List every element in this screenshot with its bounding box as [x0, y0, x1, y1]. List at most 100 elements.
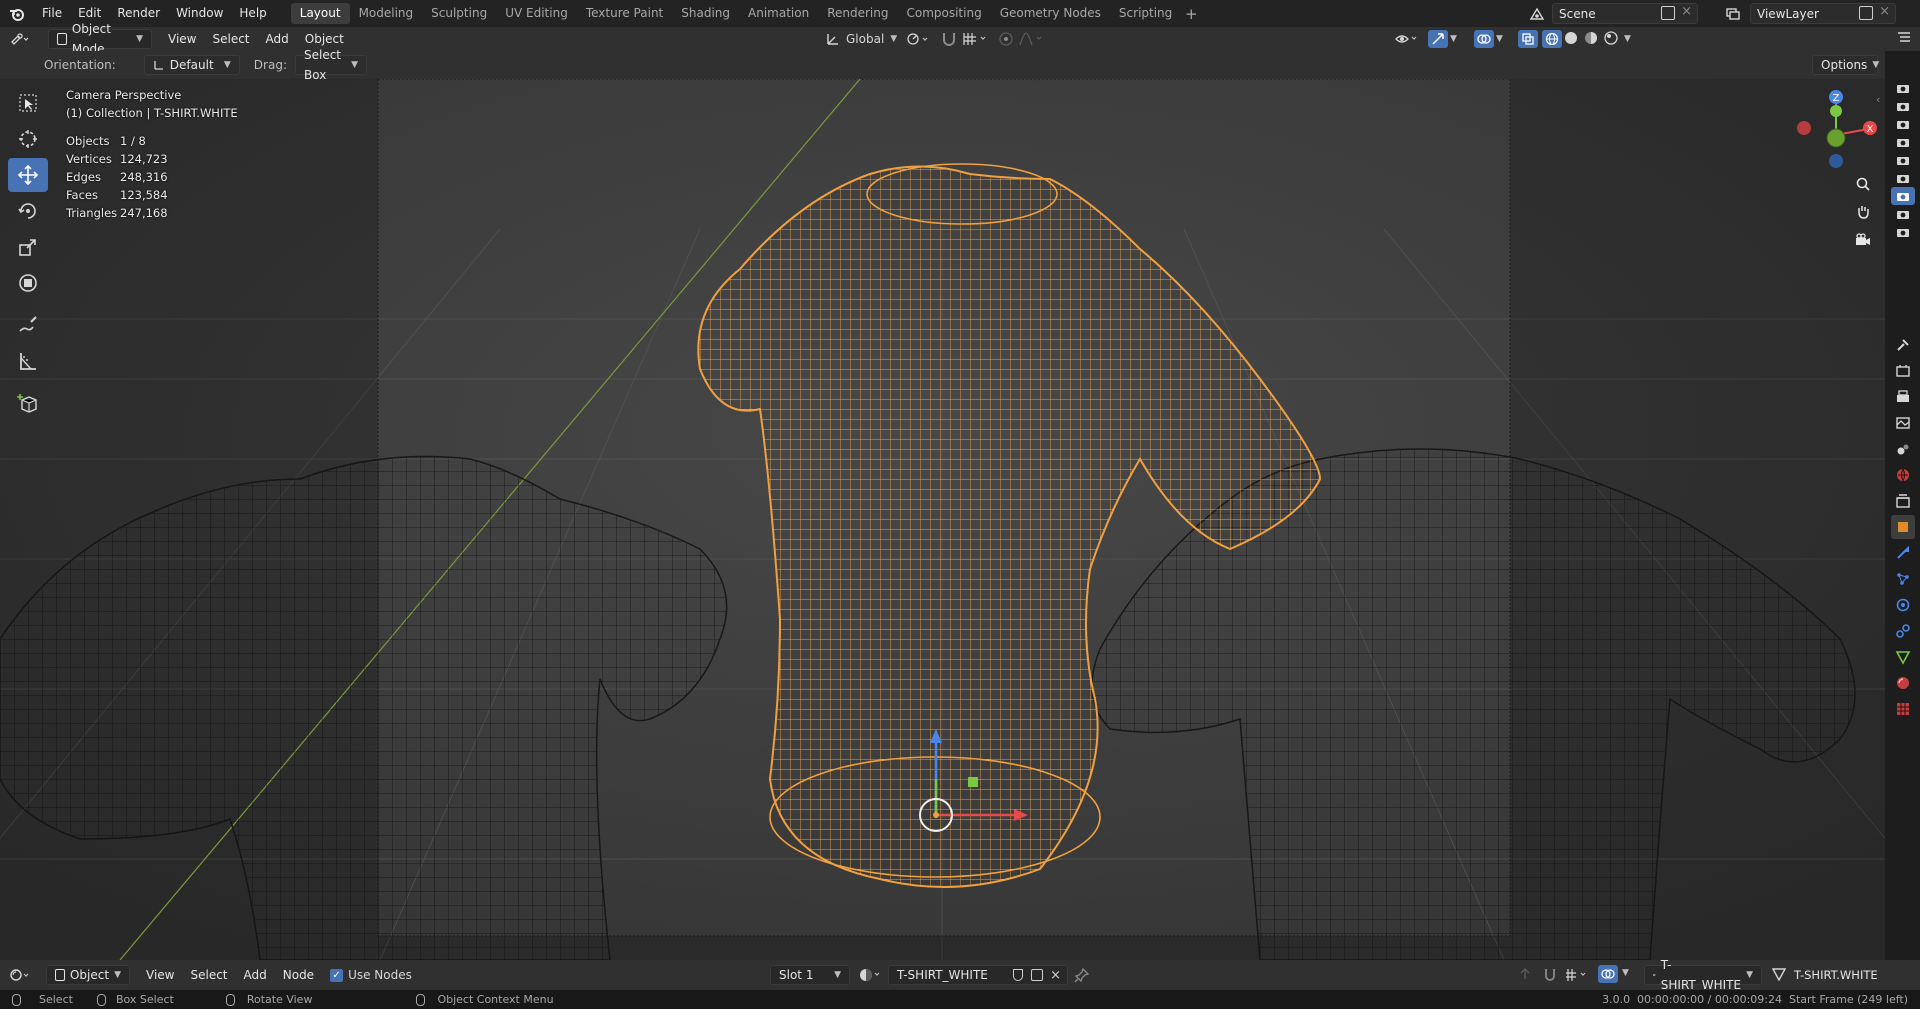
overlays-toggle-icon[interactable] — [1474, 30, 1494, 48]
options-dropdown[interactable]: Options ▼ — [1812, 55, 1879, 75]
material-preview-icon[interactable] — [1584, 31, 1600, 47]
data-properties-icon[interactable] — [1891, 645, 1915, 669]
material-properties-icon[interactable] — [1891, 671, 1915, 695]
object-properties-icon[interactable] — [1890, 515, 1915, 539]
world-properties-icon[interactable] — [1891, 463, 1915, 487]
particles-properties-icon[interactable] — [1891, 567, 1915, 591]
xray-toggle-icon[interactable] — [1518, 30, 1538, 48]
snap-node-icon[interactable] — [1542, 967, 1558, 983]
tab-texture-paint[interactable]: Texture Paint — [577, 3, 672, 24]
delete-scene-icon[interactable]: × — [1681, 4, 1692, 19]
duplicate-material-icon[interactable] — [1031, 969, 1043, 981]
physics-properties-icon[interactable] — [1891, 593, 1915, 617]
menu-add[interactable]: Add — [236, 963, 275, 987]
copy-view-layer-icon[interactable] — [1859, 6, 1873, 20]
menu-window[interactable]: Window — [168, 0, 231, 27]
annotate-tool[interactable] — [8, 308, 48, 342]
tab-layout[interactable]: Layout — [290, 3, 350, 24]
render-camera-icon[interactable] — [1891, 97, 1915, 115]
menu-select[interactable]: Select — [204, 27, 257, 51]
render-camera-icon[interactable] — [1891, 151, 1915, 169]
shader-editor-type-icon[interactable] — [0, 963, 40, 987]
tool-properties-icon[interactable] — [1891, 333, 1915, 357]
proportional-editing-icon[interactable] — [998, 31, 1016, 47]
pan-hand-icon[interactable] — [1850, 199, 1876, 225]
tab-modeling[interactable]: Modeling — [350, 3, 423, 24]
rotate-tool[interactable] — [8, 194, 48, 228]
cursor-tool[interactable] — [8, 122, 48, 156]
select-box-tool[interactable] — [8, 86, 48, 120]
measure-tool[interactable] — [8, 344, 48, 378]
pin-icon[interactable] — [1074, 967, 1090, 983]
render-camera-icon[interactable] — [1891, 115, 1915, 133]
tab-geometry-nodes[interactable]: Geometry Nodes — [991, 3, 1110, 24]
add-cube-tool[interactable] — [8, 386, 48, 420]
solid-shading-icon[interactable] — [1564, 31, 1580, 47]
tab-scripting[interactable]: Scripting — [1110, 3, 1181, 24]
texture-properties-icon[interactable] — [1891, 697, 1915, 721]
scale-tool[interactable] — [8, 230, 48, 264]
tab-shading[interactable]: Shading — [672, 3, 739, 24]
tab-rendering[interactable]: Rendering — [818, 3, 897, 24]
material-browse-icon[interactable] — [858, 966, 886, 984]
use-nodes-checkbox[interactable]: ✓ Use Nodes — [330, 968, 412, 982]
slot-dropdown[interactable]: Slot 1 ▼ — [770, 965, 850, 985]
3d-viewport[interactable]: Z X ‹ — [0, 79, 1885, 960]
scene-field[interactable]: Scene × — [1552, 3, 1698, 24]
node-overlays-dropdown-icon[interactable]: ▼ — [1622, 968, 1634, 984]
modifier-properties-icon[interactable] — [1891, 541, 1915, 565]
tab-sculpting[interactable]: Sculpting — [422, 3, 496, 24]
shader-type-dropdown[interactable]: Object ▼ — [46, 965, 130, 985]
transform-tool[interactable] — [8, 266, 48, 300]
menu-node[interactable]: Node — [275, 963, 322, 987]
editor-type-icon[interactable] — [0, 27, 40, 51]
fake-user-shield-icon[interactable] — [1013, 969, 1023, 981]
gizmo-neg-x-ball[interactable] — [1797, 121, 1811, 135]
menu-help[interactable]: Help — [231, 0, 274, 27]
pivot-point-icon[interactable] — [906, 31, 936, 47]
view-layer-properties-icon[interactable] — [1891, 411, 1915, 435]
render-camera-icon[interactable] — [1891, 79, 1915, 97]
view-layer-icon[interactable] — [1722, 5, 1744, 22]
rendered-shading-icon[interactable] — [1604, 31, 1620, 47]
collapse-arrow-icon[interactable]: ‹ — [1876, 93, 1880, 106]
navigation-gizmo[interactable]: Z X — [1786, 85, 1885, 185]
tab-compositing[interactable]: Compositing — [897, 3, 990, 24]
outliner-editor-icon[interactable] — [1896, 31, 1916, 47]
render-camera-icon[interactable] — [1891, 133, 1915, 151]
snap-toggle-icon[interactable] — [940, 31, 960, 47]
render-properties-icon[interactable] — [1891, 359, 1915, 383]
unlink-material-icon[interactable]: × — [1050, 966, 1061, 986]
view-layer-field[interactable]: ViewLayer × — [1750, 3, 1896, 24]
menu-view[interactable]: View — [138, 963, 182, 987]
menu-view[interactable]: View — [160, 27, 204, 51]
blender-logo-icon[interactable] — [0, 0, 34, 27]
snap-target-icon[interactable] — [962, 31, 992, 47]
tab-uv-editing[interactable]: UV Editing — [496, 3, 577, 24]
camera-view-icon[interactable] — [1850, 227, 1876, 253]
transform-orientation-dropdown[interactable]: Global ▼ — [820, 29, 904, 49]
collection-properties-icon[interactable] — [1891, 489, 1915, 513]
gizmo-y-ball[interactable] — [1830, 105, 1842, 117]
gizmo-toggle-icon[interactable] — [1428, 30, 1448, 48]
constraints-properties-icon[interactable] — [1891, 619, 1915, 643]
mode-dropdown[interactable]: Object Mode ▼ — [48, 22, 152, 56]
output-properties-icon[interactable] — [1891, 385, 1915, 409]
tab-animation[interactable]: Animation — [739, 3, 818, 24]
render-camera-icon-active[interactable] — [1890, 187, 1915, 205]
shading-dropdown-icon[interactable]: ▼ — [1624, 31, 1636, 47]
scene-selector-icon[interactable] — [1526, 5, 1548, 22]
menu-add[interactable]: Add — [258, 27, 297, 51]
gizmo-neg-z-ball[interactable] — [1829, 154, 1843, 168]
gizmo-plane-handle[interactable] — [968, 777, 978, 787]
gizmo-dropdown-icon[interactable]: ▼ — [1450, 31, 1462, 47]
zoom-icon[interactable] — [1850, 171, 1876, 197]
add-workspace-button[interactable]: + — [1181, 5, 1201, 23]
wireframe-shading-icon[interactable] — [1542, 30, 1562, 48]
object-visibility-icon[interactable] — [1394, 31, 1420, 47]
proportional-falloff-icon[interactable] — [1018, 31, 1048, 47]
material-slot-right[interactable]: T-SHIRT_WHITE ▼ — [1644, 958, 1762, 992]
menu-select[interactable]: Select — [182, 963, 235, 987]
drag-dropdown[interactable]: Select Box ▼ — [294, 48, 367, 82]
parent-node-tree-icon[interactable] — [1518, 967, 1534, 983]
